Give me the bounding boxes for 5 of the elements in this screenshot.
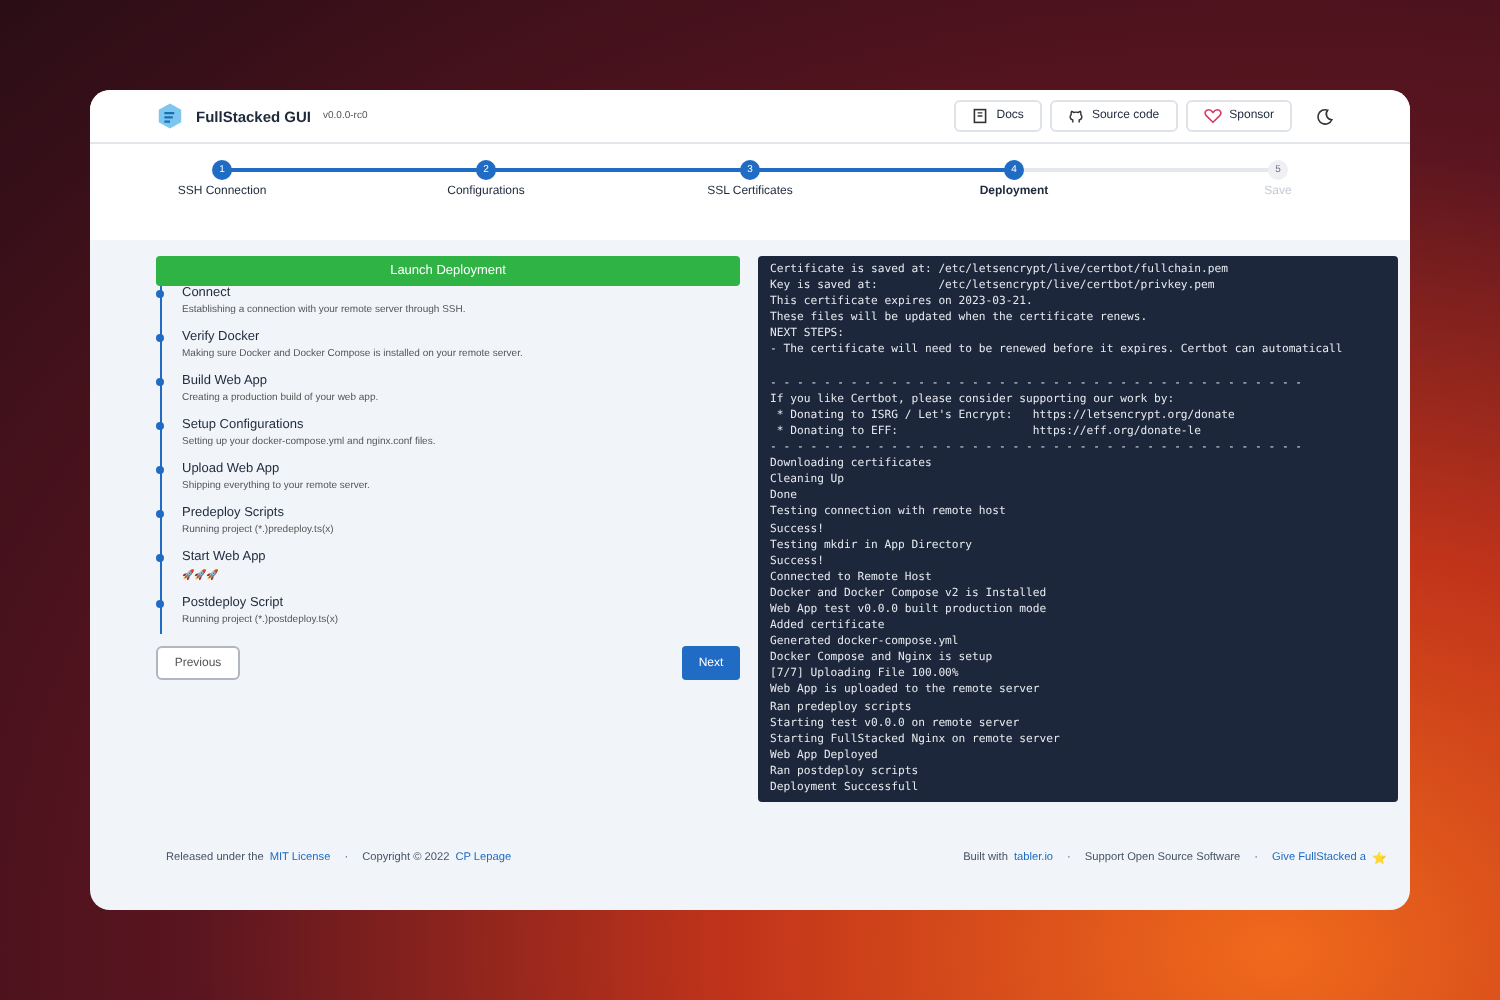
moon-icon[interactable] (1316, 107, 1334, 125)
cube-logo-icon (156, 102, 184, 130)
github-icon (1067, 108, 1084, 124)
heart-icon (1203, 108, 1222, 124)
book-icon (972, 108, 989, 124)
